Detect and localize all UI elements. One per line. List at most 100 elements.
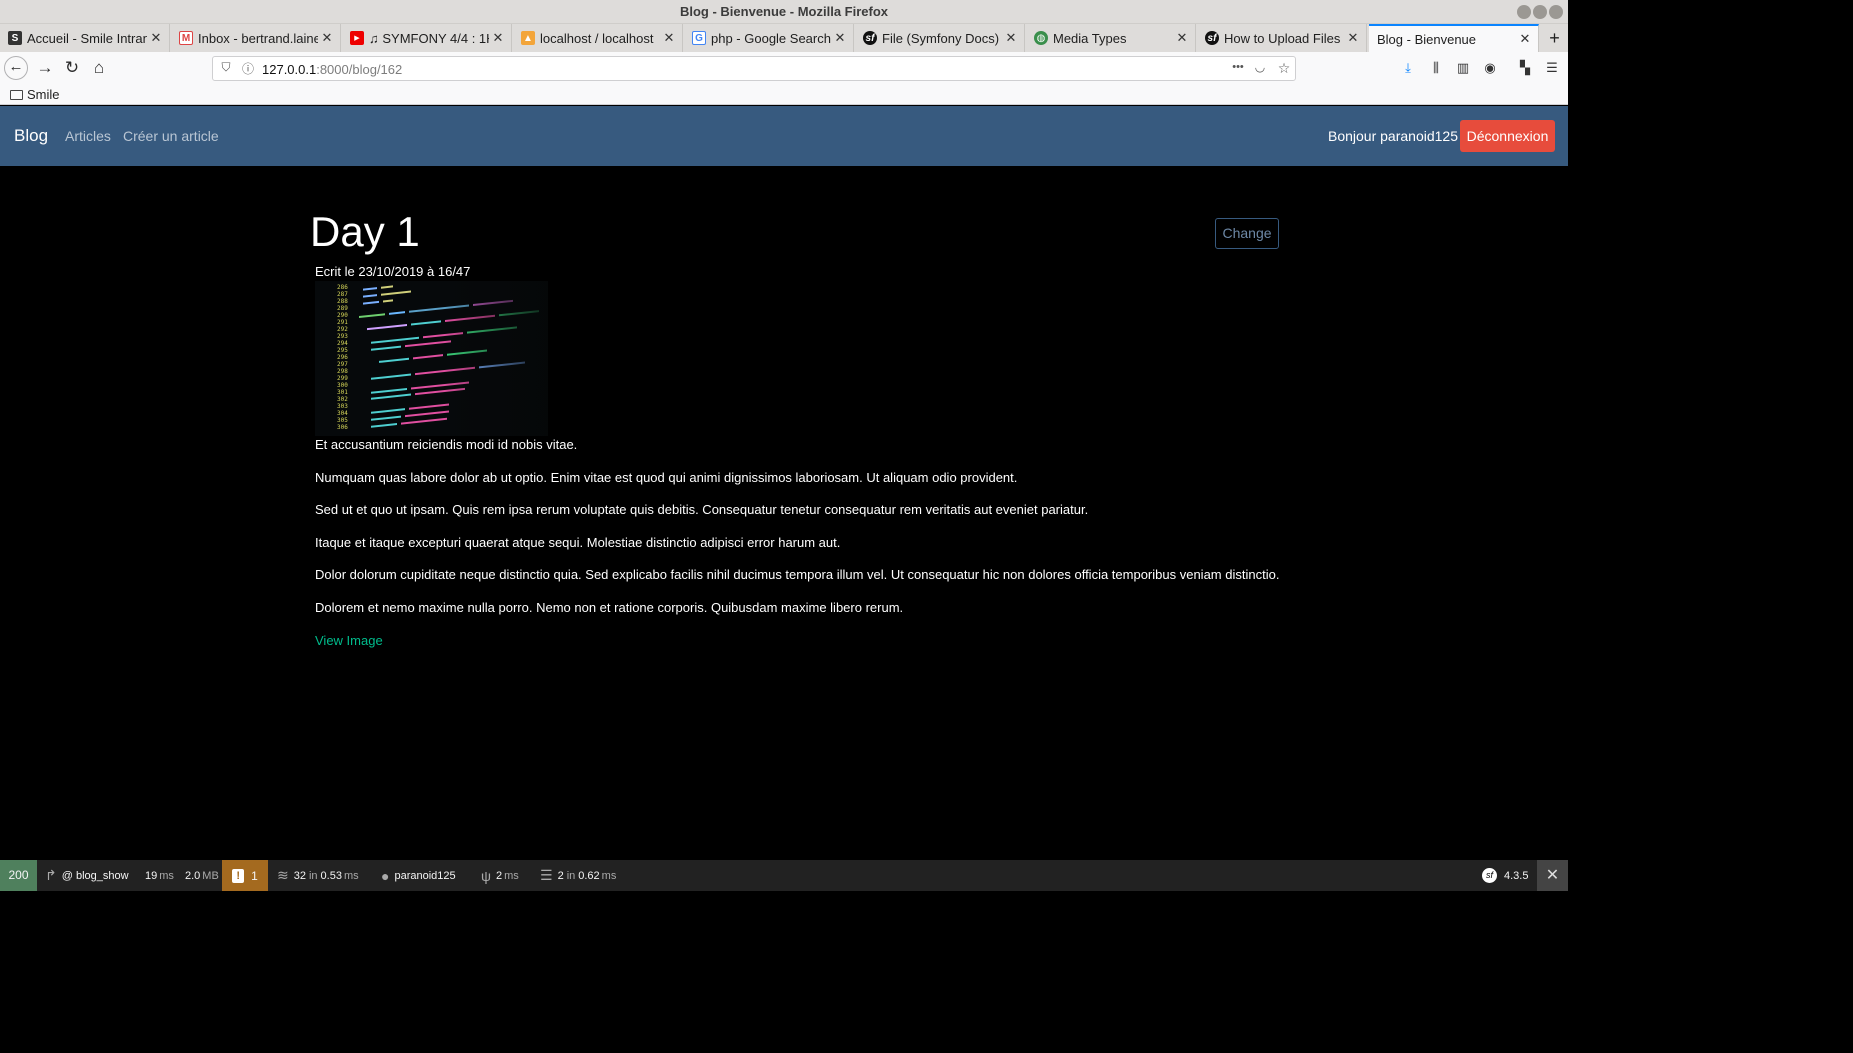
site-navbar: Blog Articles Créer un article Bonjour p…	[0, 106, 1568, 166]
change-article-button[interactable]: Change	[1215, 218, 1279, 249]
page-actions-icon[interactable]: •••	[1227, 61, 1249, 77]
article-paragraph: Dolorem et nemo maxime nulla porro. Nemo…	[315, 599, 904, 615]
home-button[interactable]: ⌂	[88, 57, 110, 79]
close-toolbar-icon[interactable]: ✕	[1537, 860, 1568, 891]
folder-icon	[10, 89, 23, 100]
close-tab-icon[interactable]: ✕	[489, 30, 507, 46]
twig-icon: ψ	[481, 867, 491, 884]
sidebar-icon[interactable]: ▥	[1454, 60, 1472, 78]
memory-usage: 2.0	[185, 869, 201, 882]
http-status-badge[interactable]: 200	[0, 860, 37, 891]
close-tab-icon[interactable]: ✕	[1002, 30, 1020, 46]
close-tab-icon[interactable]: ✕	[318, 30, 336, 46]
minimize-window-button[interactable]	[1517, 5, 1531, 19]
tracking-shield-icon[interactable]: ⛉	[218, 60, 234, 76]
db-queries: 2	[557, 869, 564, 882]
tab-phpmyadmin[interactable]: ▲ localhost / localhost ✕	[513, 24, 683, 52]
article-paragraph: Et accusantium reiciendis modi id nobis …	[315, 437, 578, 452]
cache-time-unit: ms	[343, 869, 359, 882]
security-panel[interactable]: ● paranoid125	[381, 860, 456, 891]
view-image-link[interactable]: View Image	[315, 633, 1315, 648]
article-image: 2862872882892902912922932942952962972982…	[315, 281, 548, 436]
logs-warning-panel[interactable]: ! 1	[222, 860, 268, 891]
logout-button[interactable]: Déconnexion	[1460, 120, 1555, 152]
user-greeting: Bonjour paranoid125	[1328, 128, 1458, 144]
site-brand-link[interactable]: Blog	[14, 126, 48, 146]
code-screenshot-image: 2862872882892902912922932942952962972982…	[315, 281, 548, 436]
article-date: Ecrit le 23/10/2019 à 16/47	[315, 264, 471, 279]
tab-label: localhost / localhost	[540, 30, 654, 46]
phpmyadmin-favicon-icon: ▲	[521, 31, 535, 45]
site-info-icon[interactable]: ⓘ	[240, 60, 256, 76]
database-icon: ☰	[540, 867, 553, 883]
cache-time: 0.53	[320, 869, 342, 882]
tab-blog-bienvenue[interactable]: Blog - Bienvenue ✕	[1369, 24, 1539, 52]
pocket-icon[interactable]: ◡	[1252, 60, 1268, 76]
url-path: :8000/blog/162	[316, 62, 403, 77]
close-tab-icon[interactable]: ✕	[660, 30, 678, 46]
url-text[interactable]: 127.0.0.1:8000/blog/162	[262, 62, 402, 77]
close-tab-icon[interactable]: ✕	[831, 30, 849, 46]
maximize-window-button[interactable]	[1533, 5, 1547, 19]
tab-media-types[interactable]: ◍ Media Types ✕	[1026, 24, 1196, 52]
database-panel[interactable]: ☰ 2 in 0.62 ms	[540, 860, 616, 891]
twig-time-unit: ms	[504, 869, 519, 882]
tab-label: File (Symfony Docs)	[882, 30, 1000, 46]
downloads-icon[interactable]: ⤓	[1399, 60, 1417, 78]
bookmark-folder-smile[interactable]: Smile	[10, 87, 60, 102]
db-time-unit: ms	[601, 869, 617, 882]
symfony-version: 4.3.5	[1504, 869, 1529, 882]
account-icon[interactable]: ◉	[1481, 60, 1499, 78]
close-tab-icon[interactable]: ✕	[1516, 31, 1534, 47]
forward-button[interactable]: →	[34, 57, 56, 79]
close-tab-icon[interactable]: ✕	[1173, 30, 1191, 46]
db-in-label: in	[566, 869, 576, 882]
tab-smile-intranet[interactable]: S Accueil - Smile Intranet ✕	[0, 24, 170, 52]
tab-label: Inbox - bertrand.laine	[198, 30, 318, 46]
url-host: 127.0.0.1	[262, 62, 317, 77]
close-window-button[interactable]	[1549, 5, 1563, 19]
nav-link-articles[interactable]: Articles	[65, 128, 111, 144]
youtube-favicon-icon: ▶	[350, 31, 364, 45]
tab-google-search[interactable]: G php - Google Search ✕	[684, 24, 854, 52]
article-paragraph: Itaque et itaque excepturi quaerat atque…	[315, 534, 841, 550]
db-time: 0.62	[578, 869, 600, 882]
redirect-arrow-icon: ↱	[45, 867, 57, 883]
memory-unit: MB	[202, 869, 219, 882]
globe-favicon-icon: ◍	[1034, 31, 1048, 45]
bookmark-label: Smile	[27, 87, 60, 102]
warning-count: 1	[251, 868, 258, 883]
memory-panel[interactable]: 2.0 MB	[185, 860, 219, 891]
cache-in-label: in	[308, 869, 318, 882]
time-unit: ms	[159, 869, 174, 882]
twig-time: 2	[495, 869, 503, 882]
bookmark-star-icon[interactable]: ☆	[1276, 60, 1292, 76]
back-button[interactable]: ←	[4, 56, 28, 80]
route-panel[interactable]: ↱ @ blog_show	[45, 860, 129, 891]
library-icon[interactable]: ⫼	[1427, 60, 1445, 78]
cache-panel[interactable]: ≋ 32 in 0.53 ms	[277, 860, 359, 891]
tab-symfony-docs-file[interactable]: sf File (Symfony Docs) ✕	[855, 24, 1025, 52]
tab-label: Media Types	[1053, 30, 1127, 46]
article-paragraph: Dolor dolorum cupiditate neque distincti…	[315, 567, 1280, 583]
symfony-debug-toolbar: 200 ↱ @ blog_show 19 ms 2.0 MB ! 1 ≋ 32 in…	[0, 860, 1568, 891]
reload-button[interactable]: ↻	[61, 57, 83, 79]
tab-inbox[interactable]: M Inbox - bertrand.laine ✕	[171, 24, 341, 52]
window-title: Blog - Bienvenue - Mozilla Firefox	[679, 4, 889, 19]
close-tab-icon[interactable]: ✕	[147, 30, 165, 46]
time-panel[interactable]: 19 ms	[145, 860, 174, 891]
menu-icon[interactable]: ☰	[1543, 60, 1561, 78]
url-bar[interactable]: ⛉ ⓘ 127.0.0.1:8000/blog/162 ••• ◡ ☆	[212, 56, 1296, 81]
twig-panel[interactable]: ψ 2 ms	[481, 860, 519, 891]
symfony-version-panel[interactable]: sf 4.3.5	[1482, 860, 1528, 891]
tab-symfony-video[interactable]: ▶ ♫ SYMFONY 4/4 : 1H ✕	[342, 24, 512, 52]
tab-upload-files[interactable]: sf How to Upload Files ( ✕	[1197, 24, 1367, 52]
nav-link-create-article[interactable]: Créer un article	[123, 128, 219, 144]
new-tab-button[interactable]: +	[1541, 24, 1568, 52]
tab-strip: S Accueil - Smile Intranet ✕ M Inbox - b…	[0, 24, 1568, 52]
window-titlebar: Blog - Bienvenue - Mozilla Firefox	[0, 0, 1568, 24]
extensions-icon[interactable]: ▚	[1516, 60, 1534, 78]
google-favicon-icon: G	[692, 31, 706, 45]
article-content: Day 1 Change Ecrit le 23/10/2019 à 16/47…	[0, 166, 1568, 860]
close-tab-icon[interactable]: ✕	[1344, 30, 1362, 46]
